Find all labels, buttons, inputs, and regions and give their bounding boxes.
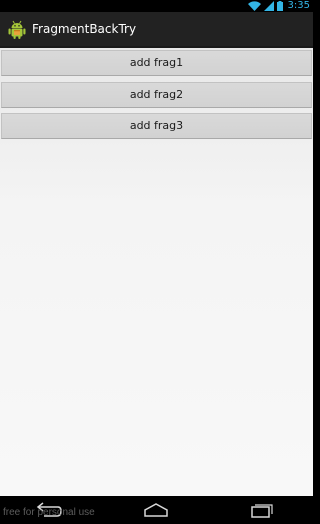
add-frag2-button[interactable]: add frag2 — [1, 82, 312, 108]
wifi-icon — [247, 1, 261, 11]
android-screen: 3:35 FragmentBackTry add frag1 add frag2… — [0, 0, 313, 524]
add-frag3-button[interactable]: add frag3 — [1, 113, 312, 139]
recent-apps-icon[interactable] — [250, 502, 274, 518]
app-title: FragmentBackTry — [32, 22, 137, 36]
main-content: add frag1 add frag2 add frag3 — [0, 48, 313, 496]
android-robot-icon[interactable] — [6, 18, 28, 40]
home-icon[interactable] — [143, 502, 169, 518]
action-bar: FragmentBackTry — [0, 12, 313, 48]
back-icon[interactable] — [36, 502, 62, 518]
status-icons: 3:35 — [247, 0, 310, 12]
signal-icon — [263, 1, 274, 11]
status-bar: 3:35 — [0, 0, 313, 12]
add-frag1-button[interactable]: add frag1 — [1, 50, 312, 76]
battery-icon — [276, 1, 283, 11]
status-clock: 3:35 — [287, 0, 310, 11]
navigation-bar — [0, 496, 313, 524]
